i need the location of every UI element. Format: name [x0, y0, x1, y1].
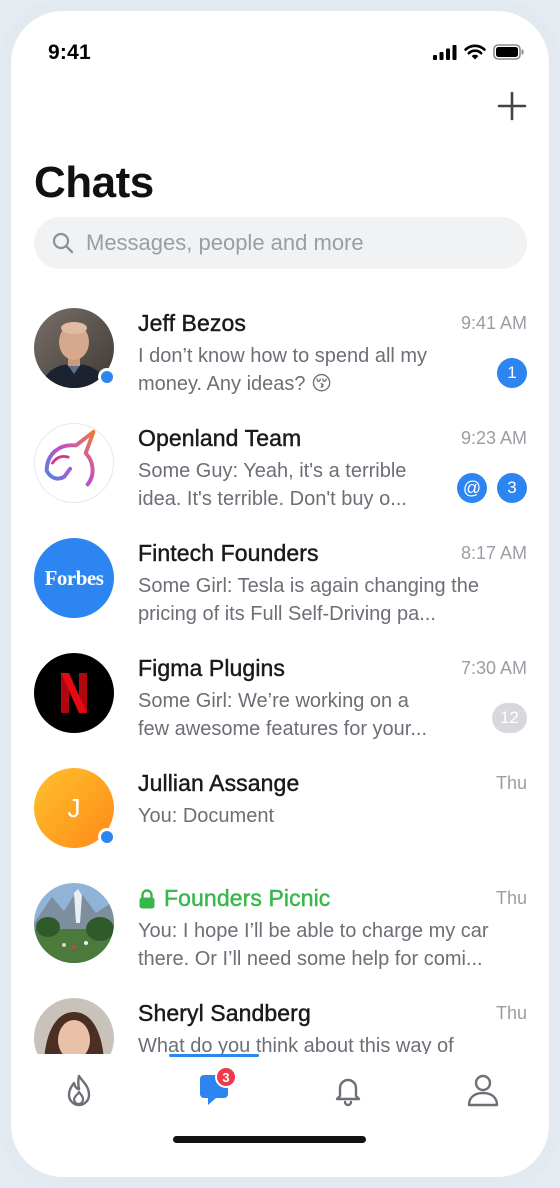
- chat-preview: Some Guy: Yeah, it's a terrible idea. It…: [138, 460, 407, 510]
- chat-time: 8:17 AM: [460, 543, 527, 563]
- badges: 1: [497, 358, 527, 388]
- chat-name: Openland Team: [138, 425, 302, 451]
- tab-chats[interactable]: 3: [194, 1066, 237, 1110]
- badges: @ 3: [457, 473, 527, 503]
- unread-badge-muted: 12: [492, 703, 527, 733]
- tab-discover-flame-icon[interactable]: [59, 1070, 99, 1110]
- chat-preview: What do you think about this way of: [138, 1035, 454, 1054]
- avatar: [34, 653, 114, 733]
- chat-time: Thu: [495, 773, 527, 793]
- chat-name: Sheryl Sandberg: [138, 1000, 311, 1026]
- unread-badge: 1: [497, 358, 527, 388]
- status-icons: [433, 44, 525, 60]
- chat-preview: You: I hope I’ll be able to charge my ca…: [138, 920, 489, 970]
- search-input[interactable]: [86, 230, 506, 256]
- chat-preview: Some Girl: We’re working on a few awesom…: [138, 690, 428, 740]
- chat-item-jeff-bezos[interactable]: Jeff Bezos 9:41 AM I don’t know how to s…: [11, 296, 549, 411]
- lock-icon: [139, 888, 155, 908]
- chat-name: Figma Plugins: [138, 655, 286, 681]
- tab-notifications-bell-icon[interactable]: [328, 1070, 368, 1110]
- chat-item-openland-team[interactable]: Openland Team 9:23 AM Some Guy: Yeah, it…: [11, 411, 549, 526]
- chat-item-founders-picnic[interactable]: Founders Picnic Thu You: I hope I’ll be …: [11, 871, 549, 986]
- chat-time: 9:23 AM: [460, 428, 527, 448]
- chat-preview: You: Document: [138, 805, 275, 827]
- chat-item-figma-plugins[interactable]: Figma Plugins 7:30 AM Some Girl: We’re w…: [11, 641, 549, 756]
- forbes-logo: Forbes: [34, 538, 114, 618]
- search-bar[interactable]: [34, 217, 527, 269]
- chat-time: Thu: [495, 888, 527, 908]
- chat-name: Fintech Founders: [138, 540, 319, 566]
- status-time: 9:41: [48, 41, 91, 64]
- phone-frame: 9:41 Chats Messages, people and more Jef…: [0, 0, 560, 1188]
- chat-time: 7:30 AM: [460, 658, 527, 678]
- chat-item-fintech-founders[interactable]: Forbes Fintech Founders 8:17 AM Some Gir…: [11, 526, 549, 641]
- chat-time: 9:41 AM: [460, 313, 527, 333]
- tab-profile-person-icon[interactable]: [463, 1070, 503, 1110]
- chat-item-sheryl-sandberg[interactable]: Sheryl Sandberg Thu What do you think ab…: [11, 986, 549, 1054]
- netflix-logo-icon: [34, 653, 114, 733]
- page-title: Chats: [34, 158, 154, 207]
- avatar: [34, 998, 114, 1054]
- chat-name: Jeff Bezos: [138, 310, 246, 336]
- mention-badge: @: [457, 473, 487, 503]
- online-indicator: [98, 828, 116, 846]
- avatar: Forbes: [34, 538, 114, 618]
- avatar-photo: [34, 883, 114, 963]
- avatar: [34, 883, 114, 963]
- avatar: [34, 423, 114, 503]
- tab-bar: 3: [11, 1054, 549, 1124]
- chat-name: Founders Picnic: [138, 885, 331, 912]
- chat-preview: Some Girl: Tesla is again changing the p…: [138, 575, 479, 625]
- screen: 9:41 Chats Messages, people and more Jef…: [11, 11, 549, 1177]
- avatar-photo: [34, 998, 114, 1054]
- cellular-signal-icon: [433, 44, 457, 60]
- unread-badge: 3: [497, 473, 527, 503]
- avatar: [34, 308, 116, 388]
- chat-list: Jeff Bezos 9:41 AM I don’t know how to s…: [11, 296, 549, 1054]
- chats-tab-badge: 3: [215, 1066, 237, 1088]
- unicorn-logo-icon: [34, 423, 114, 503]
- online-indicator: [98, 368, 116, 386]
- chat-time: Thu: [495, 1003, 527, 1023]
- new-chat-button[interactable]: [497, 91, 527, 121]
- badges: 12: [492, 703, 527, 733]
- chat-name: Jullian Assange: [138, 770, 300, 796]
- search-icon: [52, 232, 74, 254]
- chat-preview: I don’t know how to spend all my money. …: [138, 345, 428, 395]
- home-indicator: [173, 1136, 366, 1143]
- battery-icon: [493, 44, 524, 60]
- avatar: J: [34, 768, 116, 848]
- active-tab-indicator: [169, 1054, 259, 1057]
- chat-item-jullian-assange[interactable]: J Jullian Assange Thu You: Document: [11, 756, 549, 871]
- wifi-icon: [464, 44, 486, 60]
